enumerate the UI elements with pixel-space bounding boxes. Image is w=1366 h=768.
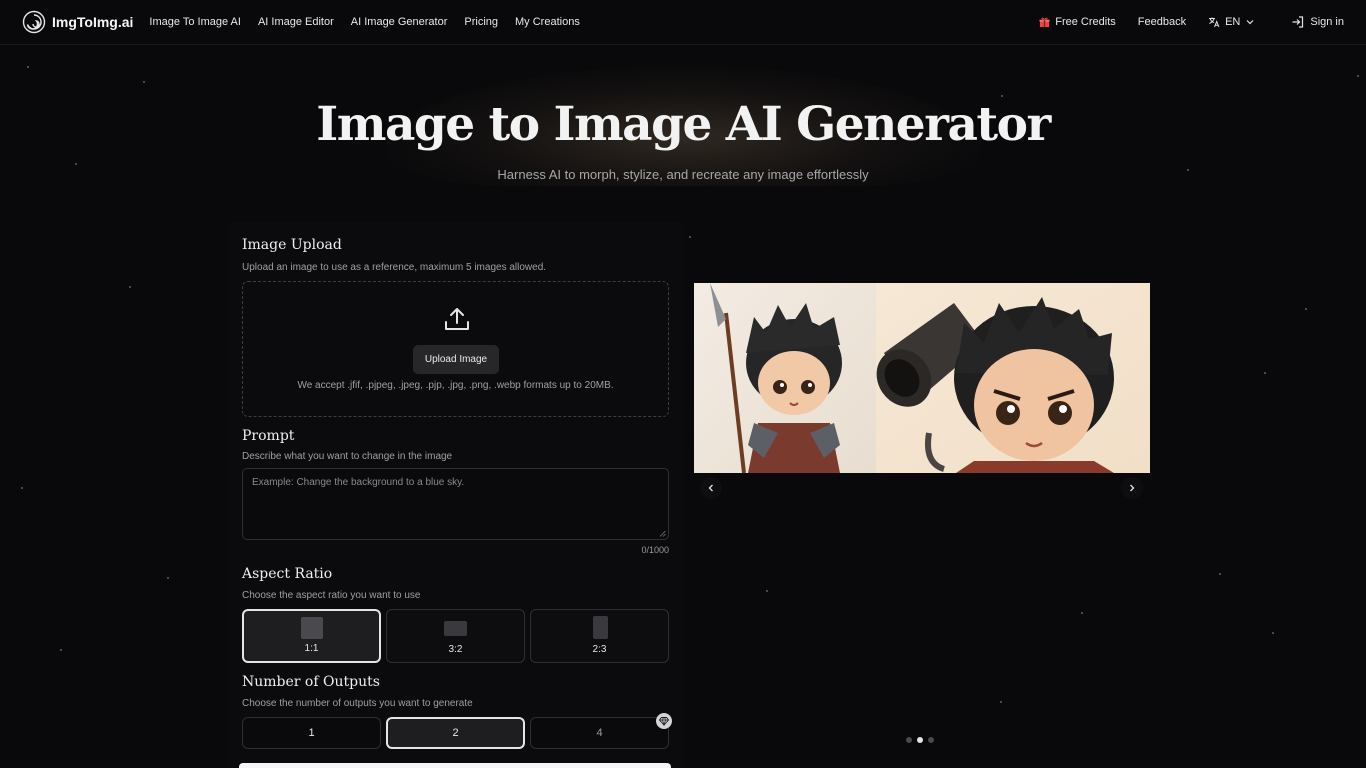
brand-logo[interactable]: ImgToImg.ai bbox=[22, 10, 133, 34]
prompt-char-counter: 0/1000 bbox=[641, 545, 669, 555]
upload-section-description: Upload an image to use as a reference, m… bbox=[242, 262, 547, 273]
portrait-ratio-icon bbox=[593, 616, 608, 639]
output-count-option-1[interactable]: 1 bbox=[242, 717, 381, 749]
chevron-down-icon bbox=[1246, 20, 1254, 25]
landscape-ratio-icon bbox=[444, 621, 467, 636]
carousel-dot-active[interactable] bbox=[917, 737, 923, 743]
free-credits-label: Free Credits bbox=[1055, 16, 1116, 28]
carousel-dot[interactable] bbox=[928, 737, 934, 743]
aspect-ratio-option-3-2[interactable]: 3:2 bbox=[386, 609, 525, 663]
square-ratio-icon bbox=[301, 617, 323, 639]
feedback-label: Feedback bbox=[1137, 16, 1187, 28]
example-carousel-image bbox=[694, 283, 1150, 473]
prompt-placeholder: Example: Change the background to a blue… bbox=[252, 477, 465, 488]
aspect-ratio-label: 2:3 bbox=[592, 644, 607, 655]
gift-icon bbox=[1039, 17, 1050, 27]
free-credits-link[interactable]: Free Credits bbox=[1039, 16, 1116, 28]
nav-link-image-to-image[interactable]: Image To Image AI bbox=[149, 16, 241, 28]
resize-handle-icon bbox=[659, 530, 666, 537]
language-label: EN bbox=[1225, 16, 1241, 28]
aspect-ratio-option-2-3[interactable]: 2:3 bbox=[530, 609, 669, 663]
gem-icon bbox=[659, 717, 669, 726]
output-count-option-2[interactable]: 2 bbox=[386, 717, 525, 749]
upload-icon bbox=[445, 308, 469, 330]
nav-right: Free Credits Feedback EN Sign in bbox=[1039, 15, 1344, 29]
prompt-textarea[interactable]: Example: Change the background to a blue… bbox=[242, 468, 669, 540]
image-dropzone[interactable]: Upload Image We accept .jfif, .pjpeg, .j… bbox=[242, 281, 669, 417]
chevron-right-icon bbox=[1130, 484, 1135, 492]
carousel-dot[interactable] bbox=[906, 737, 912, 743]
carousel-prev-button[interactable] bbox=[700, 477, 722, 499]
prompt-section-title: Prompt bbox=[242, 428, 295, 444]
aspect-ratio-label: 1:1 bbox=[304, 643, 319, 654]
upload-image-button[interactable]: Upload Image bbox=[413, 345, 499, 374]
top-nav: ImgToImg.ai Image To Image AI AI Image E… bbox=[0, 0, 1366, 45]
outputs-section-title: Number of Outputs bbox=[242, 674, 380, 690]
aspect-ratio-label: 3:2 bbox=[448, 644, 463, 655]
brand-swirl-icon bbox=[22, 10, 46, 34]
accepted-formats-note: We accept .jfif, .pjpeg, .jpeg, .pjp, .j… bbox=[297, 380, 614, 391]
language-selector[interactable]: EN bbox=[1208, 16, 1255, 28]
output-count-option-4[interactable]: 4 bbox=[530, 717, 669, 749]
aspect-ratio-section-description: Choose the aspect ratio you want to use bbox=[242, 590, 421, 601]
outputs-section-description: Choose the number of outputs you want to… bbox=[242, 698, 473, 709]
translate-icon bbox=[1209, 17, 1220, 28]
carousel-next-button[interactable] bbox=[1121, 477, 1143, 499]
feedback-link[interactable]: Feedback bbox=[1138, 16, 1186, 28]
nav-link-image-editor[interactable]: AI Image Editor bbox=[258, 16, 334, 28]
carousel-pagination bbox=[906, 737, 934, 743]
sign-in-button[interactable]: Sign in bbox=[1291, 15, 1344, 29]
aspect-ratio-option-1-1[interactable]: 1:1 bbox=[242, 609, 381, 663]
page-title: Image to Image AI Generator bbox=[316, 97, 1051, 152]
prompt-section-description: Describe what you want to change in the … bbox=[242, 451, 453, 462]
aspect-ratio-section-title: Aspect Ratio bbox=[242, 566, 333, 582]
nav-links: Image To Image AI AI Image Editor AI Ima… bbox=[149, 16, 579, 28]
chevron-left-icon bbox=[708, 484, 713, 492]
example-before-after-image bbox=[694, 283, 1150, 473]
upload-section-title: Image Upload bbox=[242, 237, 342, 253]
brand-name: ImgToImg.ai bbox=[52, 14, 134, 30]
nav-link-pricing[interactable]: Pricing bbox=[464, 16, 498, 28]
sign-in-label: Sign in bbox=[1310, 16, 1344, 28]
nav-link-image-generator[interactable]: AI Image Generator bbox=[351, 16, 448, 28]
premium-gem-badge bbox=[656, 713, 672, 729]
sign-in-icon bbox=[1292, 16, 1304, 28]
generate-button[interactable] bbox=[239, 763, 671, 768]
nav-link-my-creations[interactable]: My Creations bbox=[515, 16, 580, 28]
page-subtitle: Harness AI to morph, stylize, and recrea… bbox=[497, 167, 869, 182]
